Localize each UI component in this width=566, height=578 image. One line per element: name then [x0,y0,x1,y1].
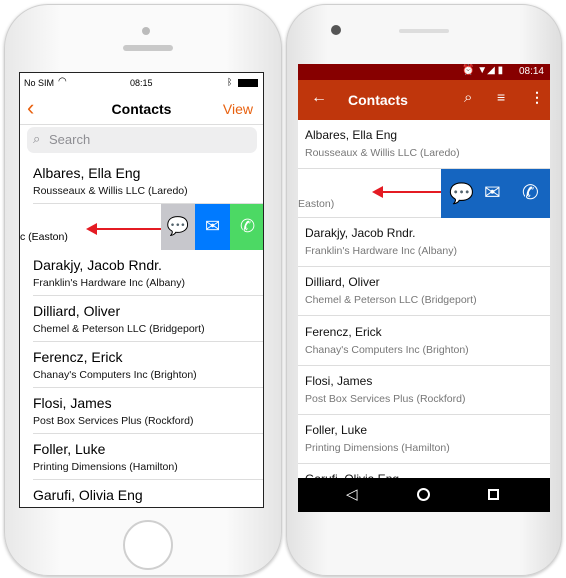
back-arrow-icon[interactable]: ← [311,89,327,107]
swiped-row[interactable]: c (Easton) 💬 ✉ ✆ [20,204,263,250]
search-input[interactable]: ⌕ Search [27,127,257,153]
contact-row[interactable]: Ferencz, Erick Chanay's Computers Inc (Br… [20,342,263,388]
android-screen: ⏰ ▼◢ ▮ 08:14 ← Contacts ⌕ ≡ ⋮ Easton) 💬 … [298,64,550,512]
message-icon[interactable]: 💬 [449,181,474,206]
actions-panel: 💬 ✉ ✆ [441,169,550,218]
search-icon: ⌕ [33,131,41,146]
contact-company: Post Box Services Plus (Rockford) [33,415,194,427]
home-button[interactable] [123,520,173,570]
time: 08:14 [518,66,544,77]
speaker [399,29,449,33]
contact-name: Albares, Ella Eng [33,165,141,181]
contact-name: Ferencz, Erick [33,349,123,365]
contact-company: Rousseaux & Willis LLC (Laredo) [33,185,188,197]
contact-row[interactable]: Foller, Luke Printing Dimensions (Hamilto… [298,415,550,464]
view-button[interactable]: View [223,101,253,117]
contact-name: Darakjy, Jacob Rndr. [305,226,416,240]
ios-nav-bar: ‹ Contacts View [20,93,263,125]
contact-row[interactable]: Darakjy, Jacob Rndr. Franklin's Hardware … [20,250,263,296]
android-status-bar: ⏰ ▼◢ ▮ 08:14 [298,64,550,80]
phone-icon[interactable]: ✆ [522,180,539,205]
contact-company: Printing Dimensions (Hamilton) [33,461,178,473]
ios-status-bar: No SIM ◠ 08:15 ᛒ [20,73,263,93]
divider [33,203,263,204]
contact-name: Foller, Luke [305,423,368,437]
phone-icon: ✆ [239,216,256,236]
contact-company: Franklin's Hardware Inc (Albany) [305,245,457,257]
contact-name: Albares, Ella Eng [305,128,398,142]
android-toolbar: ← Contacts ⌕ ≡ ⋮ [298,80,550,120]
contact-company: Chemel & Peterson LLC (Bridgeport) [33,323,205,335]
contact-company: Printing Dimensions (Hamilton) [305,442,450,454]
page-title: Contacts [348,92,408,108]
contact-row[interactable]: Albares, Ella Eng Rousseaux & Willis LLC … [298,120,550,169]
carrier: No SIM [24,78,55,88]
mail-icon: ✉ [204,216,221,236]
message-button[interactable]: 💬 [161,204,195,250]
speaker [123,45,173,51]
message-icon: 💬 [166,216,190,236]
camera [331,25,341,35]
contact-name: Ferencz, Erick [305,325,382,339]
contact-company: Post Box Services Plus (Rockford) [305,393,466,405]
android-nav-bar: ◁ [298,478,550,512]
camera [142,27,150,35]
contact-company: Franklin's Hardware Inc (Albany) [33,277,185,289]
contact-name: Garufi, Olivia Eng [33,487,143,503]
time: 08:15 [130,78,153,88]
contact-row[interactable]: Ferencz, Erick Chanay's Computers Inc (Br… [298,317,550,366]
wifi-icon: ◠ [58,76,67,87]
contact-row[interactable]: Dilliard, Oliver Chemel & Peterson LLC (B… [20,296,263,342]
contact-company: Rousseaux & Willis LLC (Laredo) [305,147,460,159]
contact-name: Dilliard, Oliver [33,303,121,319]
swiped-row[interactable]: Easton) 💬 ✉ ✆ [298,169,550,218]
contact-row[interactable]: Albares, Ella Eng Rousseaux & Willis LLC … [20,158,263,204]
sort-icon[interactable]: ≡ [497,89,505,105]
battery-icon [238,79,258,87]
search-placeholder: Search [49,132,91,147]
contact-company: Chanay's Computers Inc (Brighton) [33,369,197,381]
recents-nav-icon[interactable] [488,489,499,500]
swipe-arrow [86,223,171,235]
back-nav-icon[interactable]: ◁ [346,485,358,503]
contact-row[interactable]: Flosi, James Post Box Services Plus (Rock… [298,366,550,415]
contact-name: Flosi, James [305,374,373,388]
contact-name: Darakjy, Jacob Rndr. [33,257,162,273]
call-button[interactable]: ✆ [230,204,263,250]
contact-company: Chanay's Computers Inc (Brighton) [305,344,469,356]
swiped-row-text: Easton) [298,198,335,210]
contact-name: Flosi, James [33,395,112,411]
home-nav-icon[interactable] [417,488,430,501]
more-icon[interactable]: ⋮ [530,89,544,106]
contact-row[interactable]: Darakjy, Jacob Rndr. Franklin's Hardware … [298,218,550,267]
swipe-arrow [372,186,447,198]
status-icons: ⏰ ▼◢ ▮ [462,65,504,76]
search-icon[interactable]: ⌕ [464,89,472,106]
mail-icon[interactable]: ✉ [484,180,501,205]
contact-row[interactable]: Garufi, Olivia Eng [20,480,263,507]
bluetooth-icon: ᛒ [227,77,233,87]
mail-button[interactable]: ✉ [195,204,230,250]
contact-name: Foller, Luke [33,441,106,457]
contact-row[interactable]: Flosi, James Post Box Services Plus (Rock… [20,388,263,434]
contact-company: Chemel & Peterson LLC (Bridgeport) [305,294,477,306]
contact-name: Dilliard, Oliver [305,275,380,289]
contact-row[interactable]: Dilliard, Oliver Chemel & Peterson LLC (B… [298,267,550,316]
swiped-row-text: c (Easton) [20,231,68,243]
contact-row[interactable]: Foller, Luke Printing Dimensions (Hamilto… [20,434,263,480]
ios-screen: No SIM ◠ 08:15 ᛒ ‹ Contacts View ⌕ Searc… [19,72,264,508]
